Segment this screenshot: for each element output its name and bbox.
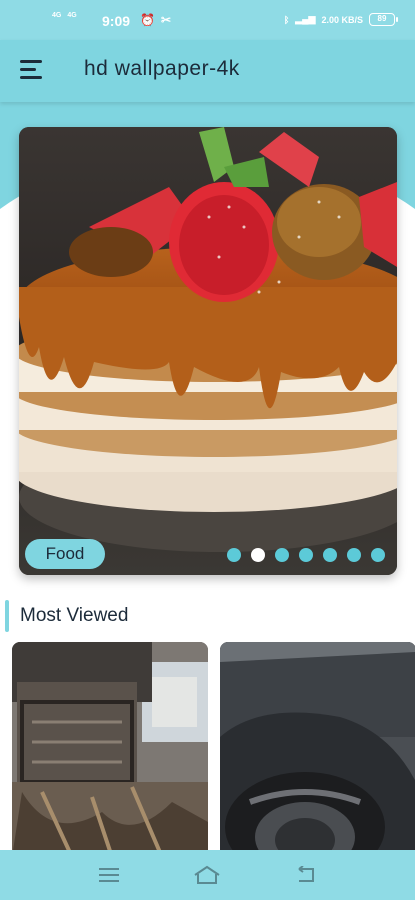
home-nav-button[interactable]: [187, 860, 227, 890]
menu-icon[interactable]: [20, 60, 44, 80]
hamburger-icon: [99, 868, 120, 882]
burnt-truck-image: [12, 642, 208, 857]
carousel-dot-active[interactable]: [251, 548, 265, 562]
network-1: 4G: [52, 12, 62, 19]
clock: 9:09: [102, 13, 131, 29]
carousel-dot[interactable]: [323, 548, 337, 562]
status-bar: 4G 4G 9:09 ⏰ ✂ ᛒ ▂▄▆ 2.00 KB/S 89: [0, 0, 415, 40]
data-speed: 2.00 KB/S: [321, 14, 363, 25]
bluetooth-icon: ᛒ: [283, 14, 290, 25]
most-viewed-title: Most Viewed: [20, 605, 129, 626]
tools-icon: ✂: [160, 13, 172, 27]
carousel-dot[interactable]: [347, 548, 361, 562]
back-nav-button[interactable]: [286, 860, 326, 890]
status-icons: ⏰ ✂: [140, 13, 171, 27]
category-chip[interactable]: Food: [25, 539, 105, 569]
status-right: ᛒ ▂▄▆ 2.00 KB/S 89: [283, 13, 398, 26]
featured-carousel[interactable]: Food: [19, 127, 397, 575]
carousel-dot[interactable]: [299, 548, 313, 562]
carousel-dot[interactable]: [275, 548, 289, 562]
carousel-dot[interactable]: [371, 548, 385, 562]
system-nav-bar: [0, 850, 415, 900]
carousel-dot[interactable]: [227, 548, 241, 562]
signal-icon: ▂▄▆: [295, 14, 316, 24]
app-title: hd wallpaper-4k: [84, 57, 240, 80]
carousel-indicators: [227, 548, 385, 562]
alarm-icon: ⏰: [140, 13, 155, 27]
network-2: 4G: [67, 12, 77, 19]
back-icon: [298, 866, 314, 882]
truck-wheel-image: [220, 642, 415, 857]
app-bar: hd wallpaper-4k: [0, 40, 415, 102]
network-indicators: 4G 4G: [52, 12, 77, 20]
pancake-image: [19, 127, 397, 575]
battery-icon: 89: [369, 13, 398, 26]
wallpaper-thumbnail[interactable]: [220, 642, 415, 857]
app-screen: 4G 4G 9:09 ⏰ ✂ ᛒ ▂▄▆ 2.00 KB/S 89 hd wal…: [0, 0, 415, 900]
menu-nav-button[interactable]: [89, 860, 129, 890]
wallpaper-thumbnail[interactable]: [12, 642, 208, 857]
home-icon: [194, 865, 221, 884]
section-accent: [5, 600, 9, 632]
